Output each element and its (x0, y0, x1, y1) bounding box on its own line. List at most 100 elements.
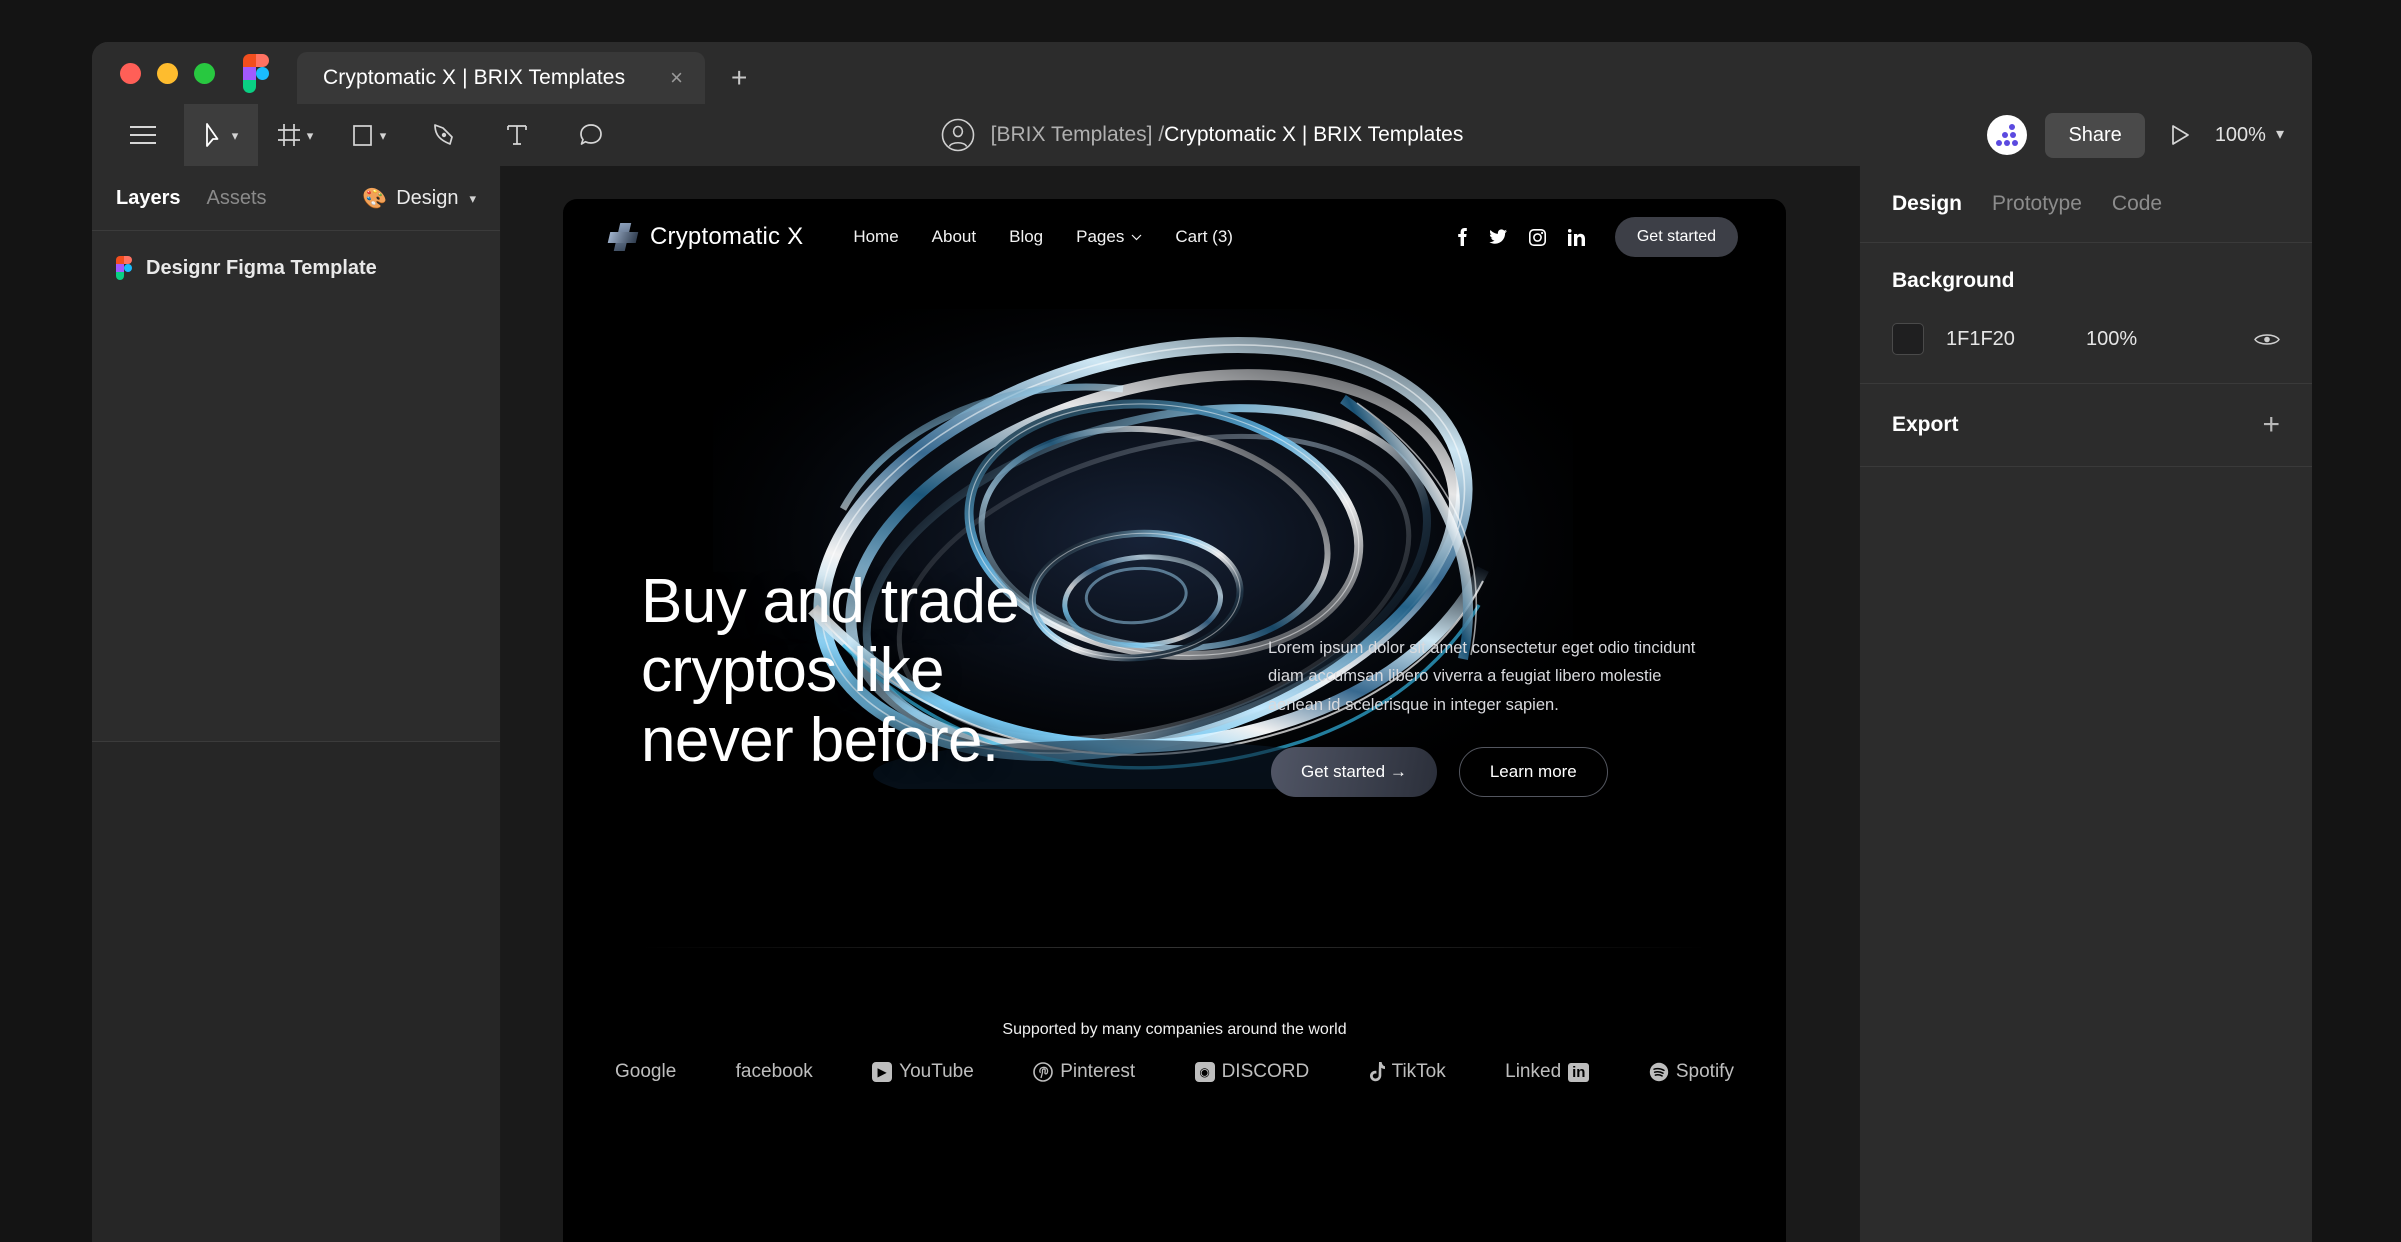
divider (641, 947, 1708, 948)
logo-facebook: facebook (736, 1061, 813, 1083)
site-nav-right: Get started (1457, 217, 1738, 257)
hero-learn-more-button[interactable]: Learn more (1458, 747, 1608, 797)
nav-get-started-button[interactable]: Get started (1614, 217, 1738, 257)
spotify-icon (1649, 1062, 1669, 1082)
text-tool-button[interactable] (480, 104, 554, 166)
tab-code[interactable]: Code (2112, 192, 2162, 216)
maximize-window-button[interactable] (194, 62, 215, 84)
layer-name: Designr Figma Template (146, 256, 377, 279)
chevron-down-icon[interactable]: ▾ (2276, 127, 2284, 143)
logo-spotify: Spotify (1649, 1061, 1734, 1083)
close-window-button[interactable] (120, 62, 141, 84)
design-canvas[interactable]: Cryptomatic X Home About Blog Pages Cart… (501, 166, 1859, 1242)
breadcrumb[interactable]: [BRIX Templates] /Cryptomatic X | BRIX T… (991, 123, 1464, 147)
logo-label: DISCORD (1221, 1061, 1310, 1082)
chevron-down-icon[interactable]: ▾ (307, 129, 314, 142)
nav-link-home[interactable]: Home (853, 227, 898, 247)
chevron-down-icon[interactable]: ▾ (380, 129, 387, 142)
linkedin-icon[interactable] (1567, 228, 1585, 246)
cursor-icon (205, 123, 219, 147)
logo-label: TikTok (1391, 1061, 1446, 1082)
logo-tiktok: TikTok (1369, 1061, 1446, 1083)
chevron-down-icon[interactable]: ▾ (232, 129, 239, 142)
site-navbar: Cryptomatic X Home About Blog Pages Cart… (563, 199, 1786, 275)
file-tab-title: Cryptomatic X | BRIX Templates (323, 66, 626, 89)
frame-icon (277, 124, 300, 146)
frame-tool-button[interactable]: ▾ (258, 104, 332, 166)
comment-tool-button[interactable] (554, 104, 628, 166)
main-menu-button[interactable] (92, 104, 184, 166)
right-panel-tabs: Design Prototype Code (1860, 166, 2312, 243)
shape-tool-button[interactable]: ▾ (332, 104, 406, 166)
hamburger-icon (130, 126, 156, 144)
left-panel-tabs: Layers Assets 🎨 Design ▾ (92, 166, 500, 230)
site-nav-links: Home About Blog Pages Cart (3) (853, 227, 1233, 247)
browser-tab-bar: Cryptomatic X | BRIX Templates × + (92, 42, 2312, 104)
background-section: Background 1F1F20 100% (1860, 243, 2312, 384)
close-icon[interactable]: × (650, 67, 683, 89)
logo-youtube: ▶ YouTube (872, 1061, 974, 1083)
logo-label: Pinterest (1060, 1061, 1136, 1082)
logo-label: Spotify (1675, 1061, 1734, 1082)
nav-link-cart[interactable]: Cart (3) (1175, 227, 1233, 247)
website-frame[interactable]: Cryptomatic X Home About Blog Pages Cart… (563, 199, 1786, 1242)
chevron-down-icon[interactable]: ▾ (469, 192, 476, 205)
logo-pinterest: Pinterest (1033, 1061, 1135, 1083)
figma-logo-icon (243, 54, 269, 93)
site-brand[interactable]: Cryptomatic X (607, 223, 803, 251)
zoom-control[interactable]: 100% ▾ (2215, 124, 2284, 147)
twitter-icon[interactable] (1489, 229, 1507, 245)
pen-tool-button[interactable] (406, 104, 480, 166)
nav-link-blog[interactable]: Blog (1009, 227, 1043, 247)
window-controls (92, 42, 237, 104)
nav-label: Cart (3) (1175, 227, 1233, 246)
text-icon (507, 125, 527, 145)
file-tab[interactable]: Cryptomatic X | BRIX Templates × (297, 52, 705, 104)
tab-assets[interactable]: Assets (207, 187, 267, 210)
toolbar-tools: ▾ ▾ ▾ (92, 104, 628, 166)
play-icon (2171, 125, 2189, 145)
color-swatch[interactable] (1892, 323, 1924, 355)
facebook-icon[interactable] (1457, 228, 1467, 246)
avatar[interactable] (1987, 115, 2028, 155)
comment-icon (580, 124, 602, 145)
logo-discord: ◉ DISCORD (1194, 1061, 1310, 1083)
cryptomatic-logo-icon (607, 223, 639, 251)
main-toolbar: ▾ ▾ ▾ [BRIX Templates] /Cryptomatic X | … (92, 104, 2312, 167)
background-title: Background (1892, 269, 2015, 292)
export-section: Export + (1860, 384, 2312, 467)
logo-label: YouTube (899, 1061, 974, 1082)
move-tool-button[interactable]: ▾ (184, 104, 258, 166)
new-tab-button[interactable]: + (705, 64, 773, 104)
tab-layers[interactable]: Layers (116, 187, 181, 210)
tiktok-icon (1369, 1062, 1385, 1082)
background-opacity-value[interactable]: 100% (2086, 328, 2137, 351)
nav-link-about[interactable]: About (932, 227, 976, 247)
nav-link-pages[interactable]: Pages (1076, 227, 1142, 247)
logo-google: Google (615, 1061, 676, 1083)
logo-label: facebook (735, 1061, 813, 1082)
breadcrumb-project: [BRIX Templates] / (990, 123, 1165, 146)
zoom-level: 100% (2214, 123, 2266, 146)
nav-label: Home (853, 227, 899, 246)
nav-label: Blog (1009, 227, 1044, 246)
list-item[interactable]: Designr Figma Template (92, 247, 500, 289)
minimize-window-button[interactable] (157, 62, 178, 84)
tab-prototype[interactable]: Prototype (1992, 192, 2082, 216)
present-button[interactable] (2163, 123, 2197, 147)
hero-cta-group: Get started → Learn more (1271, 747, 1608, 797)
app-body: Layers Assets 🎨 Design ▾ Designr Figma T… (92, 166, 2312, 1242)
tab-design[interactable]: Design (1892, 192, 1962, 216)
left-sidebar: Layers Assets 🎨 Design ▾ Designr Figma T… (92, 166, 501, 1242)
instagram-icon[interactable] (1528, 228, 1546, 246)
add-export-button[interactable]: + (2262, 410, 2280, 440)
hero-headline: Buy and trade cryptos like never before. (641, 567, 1020, 775)
left-panel-lower-area (92, 742, 500, 1242)
design-mode-selector[interactable]: 🎨 Design ▾ (362, 186, 476, 211)
hero-get-started-button[interactable]: Get started → (1271, 747, 1437, 797)
visibility-toggle[interactable] (2254, 331, 2280, 348)
background-hex-value[interactable]: 1F1F20 (1946, 328, 2086, 351)
hero-paragraph: Lorem ipsum dolor sit amet consectetur e… (1268, 639, 1696, 714)
share-button[interactable]: Share (2045, 112, 2145, 158)
toolbar-actions: Share 100% ▾ (1987, 112, 2312, 158)
